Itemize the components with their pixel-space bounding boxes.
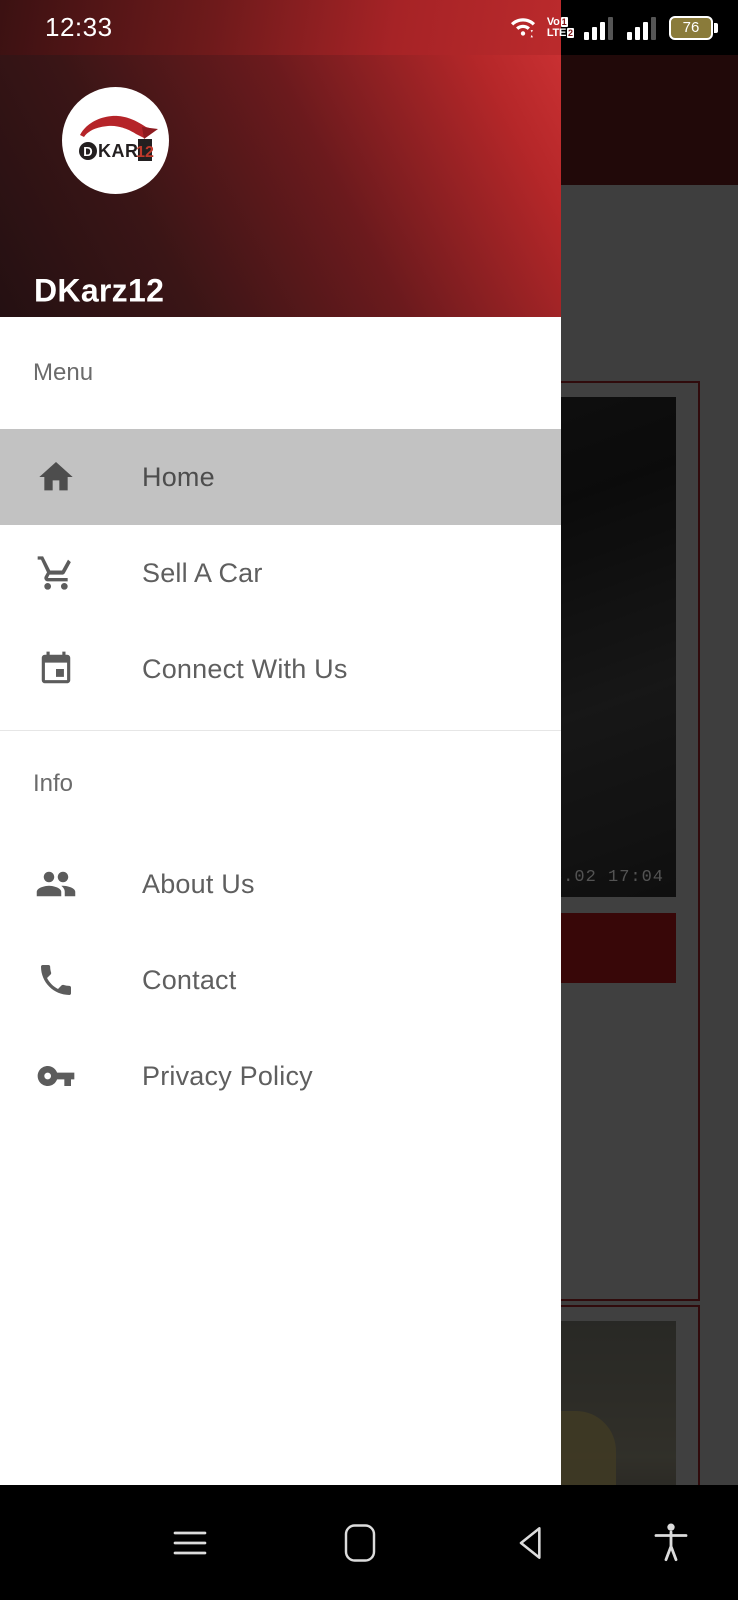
back-triangle-icon[interactable] [502,1513,562,1573]
sidebar-item-connect-with-us[interactable]: Connect With Us [0,621,561,717]
battery-level: 76 [682,19,700,36]
key-icon [33,1053,79,1099]
calendar-event-icon [33,646,79,692]
volte-icon: Vo 1 LTE 2 [546,15,574,39]
volte-sim1: 1 [560,17,568,27]
sidebar-item-sell-a-car[interactable]: Sell A Car [0,525,561,621]
sidebar-item-about-us[interactable]: About Us [0,836,561,932]
phone-icon [33,957,79,1003]
sidebar-item-label: Contact [142,964,237,995]
app-logo: D KARZ 12 [62,87,169,194]
sidebar-item-home[interactable]: Home [0,429,561,525]
sidebar-item-label: About Us [142,868,255,899]
volte-sim2: 2 [566,28,574,38]
drawer-header: D KARZ 12 DKarz12 [0,55,561,317]
volte-label2: LTE [546,26,566,39]
sidebar-item-contact[interactable]: Contact [0,932,561,1028]
home-icon [33,454,79,500]
battery-nub [714,22,718,33]
status-bar-icons: Vo 1 LTE 2 76 [508,15,718,41]
status-bar-clock: 12:33 [45,12,113,42]
android-navigation-bar [0,1485,738,1600]
home-square-icon[interactable] [330,1513,390,1573]
navigation-drawer: D KARZ 12 DKarz12 Menu Home Sell A Car C… [0,55,561,1485]
sidebar-item-label: Privacy Policy [142,1060,313,1091]
svg-text:12: 12 [136,144,154,161]
phone-screen: 22.03.02 17:04 D [0,0,738,1600]
app-title: DKarz12 [34,272,165,309]
signal-bars-icon [583,15,617,41]
section-header-menu: Menu [33,359,94,386]
people-icon [33,861,79,907]
sidebar-item-label: Connect With Us [142,653,348,684]
wifi-icon [508,15,538,41]
svg-text:D: D [83,144,92,159]
volte-label: Vo [546,15,560,28]
shopping-cart-icon [33,550,79,596]
sidebar-item-label: Home [142,461,215,492]
signal-bars-icon [626,15,660,41]
sidebar-item-privacy-policy[interactable]: Privacy Policy [0,1028,561,1124]
recents-menu-icon[interactable] [160,1513,220,1573]
section-header-info: Info [33,769,74,797]
status-bar: 12:33 Vo 1 LTE 2 76 [0,0,738,55]
accessibility-icon[interactable] [645,1513,697,1573]
sidebar-item-label: Sell A Car [142,557,263,588]
battery-icon: 76 [669,15,718,40]
